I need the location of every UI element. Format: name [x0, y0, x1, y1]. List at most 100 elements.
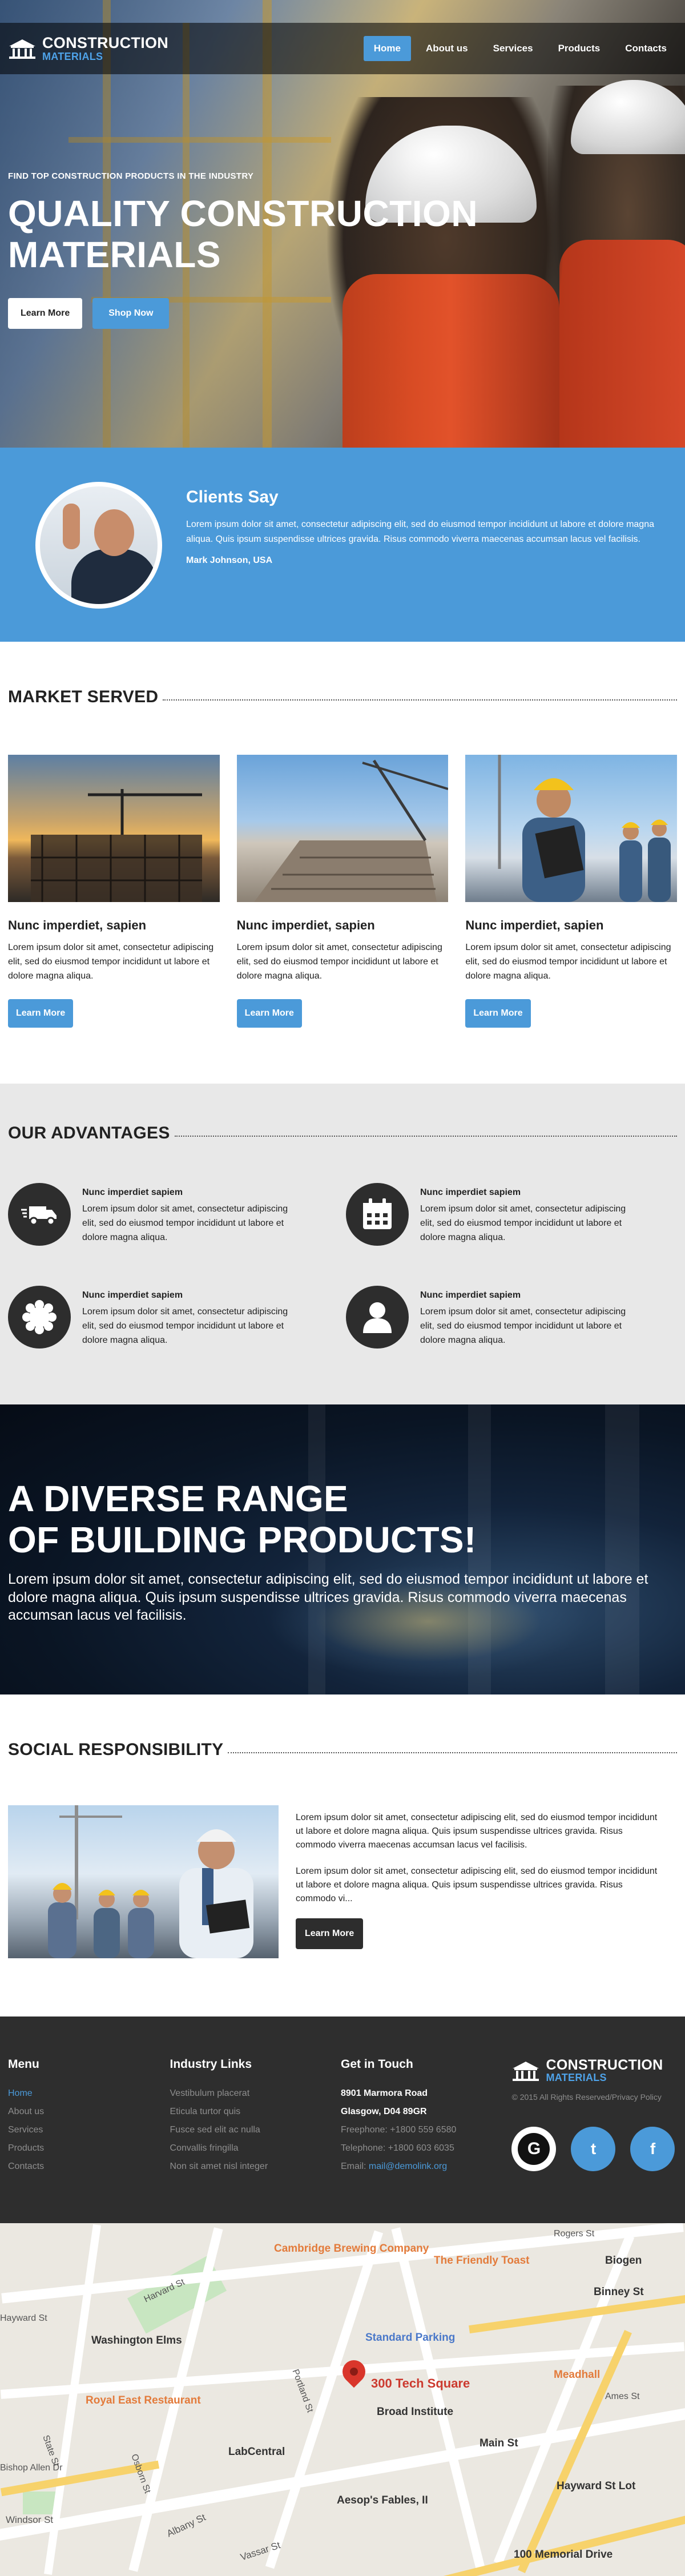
footer-links-title: Industry Links: [170, 2058, 252, 2071]
map-label: 300 Tech Square: [371, 2376, 470, 2390]
map-label: Standard Parking: [365, 2332, 456, 2344]
market-card: Nunc imperdiet, sapien Lorem ipsum dolor…: [465, 755, 678, 1028]
advantage-title: Nunc imperdiet sapiem: [82, 1188, 183, 1197]
nav-contacts[interactable]: Contacts: [615, 36, 677, 61]
logo-line2: MATERIALS: [42, 50, 103, 62]
engineers-team-image: [8, 1805, 279, 1958]
range-title-line2: OF BUILDING PRODUCTS!: [8, 1519, 477, 1560]
advantage-item: Nunc imperdiet sapiem Lorem ipsum dolor …: [8, 1286, 346, 1349]
advantage-title: Nunc imperdiet sapiem: [420, 1188, 521, 1197]
map-label: Main St: [480, 2437, 518, 2449]
map-label: Aesop's Fables, II: [337, 2494, 428, 2506]
nav-home[interactable]: Home: [363, 36, 411, 61]
hero-section: CONSTRUCTION MATERIALS Home About us Ser…: [0, 0, 685, 448]
building-icon: [9, 39, 35, 59]
card-title: Nunc imperdiet, sapien: [236, 918, 375, 932]
email-label: Email:: [341, 2162, 369, 2171]
industry-link[interactable]: Fusce sed elit ac nulla: [170, 2125, 341, 2135]
advantage-item: Nunc imperdiet sapiem Lorem ipsum dolor …: [346, 1286, 684, 1349]
advantage-text: Lorem ipsum dolor sit amet, consectetur …: [420, 1307, 626, 1345]
freephone: Freephone: +1800 559 6580: [341, 2125, 457, 2135]
title-divider: [174, 1136, 677, 1137]
map-label: Cambridge Brewing Company: [274, 2243, 429, 2255]
building-crane-image: [236, 755, 449, 902]
client-avatar: [35, 482, 162, 609]
nav-services[interactable]: Services: [483, 36, 543, 61]
address-line-2: Glasgow, D04 89GR: [341, 2107, 427, 2116]
engineer-image: [465, 755, 678, 902]
logo-line1: CONSTRUCTION: [42, 34, 169, 52]
footer-link-home[interactable]: Home: [8, 2088, 170, 2099]
card-text: Lorem ipsum dolor sit amet, consectetur …: [8, 943, 214, 981]
title-divider: [163, 699, 677, 701]
advantages-section: OUR ADVANTAGES Nunc imperdiet sapiem Lor…: [0, 1084, 685, 1404]
card-learn-more-button[interactable]: Learn More: [8, 999, 74, 1028]
hero-title-line2: MATERIALS: [8, 234, 221, 275]
range-title: A DIVERSE RANGE OF BUILDING PRODUCTS!: [8, 1478, 670, 1560]
shop-now-button[interactable]: Shop Now: [92, 298, 170, 329]
map-label: Ames St: [605, 2392, 640, 2401]
footer-link-contacts[interactable]: Contacts: [8, 2162, 170, 2172]
market-section: MARKET SERVED Nunc imperdiet, sapien Lor…: [0, 642, 685, 1084]
card-title: Nunc imperdiet, sapien: [465, 918, 604, 932]
range-text: Lorem ipsum dolor sit amet, consectetur …: [8, 1571, 648, 1623]
map-label: Bishop Allen Dr: [0, 2463, 63, 2473]
advantage-text: Lorem ipsum dolor sit amet, consectetur …: [420, 1204, 626, 1242]
email-link[interactable]: mail@demolink.org: [369, 2162, 447, 2171]
map-label: Meadhall: [554, 2369, 601, 2381]
construction-site-image: [8, 755, 220, 902]
telephone: Telephone: +1800 603 6035: [341, 2143, 454, 2153]
map-label: Binney St: [594, 2286, 644, 2298]
market-card: Nunc imperdiet, sapien Lorem ipsum dolor…: [8, 755, 220, 1028]
card-learn-more-button[interactable]: Learn More: [236, 999, 302, 1028]
industry-link[interactable]: Convallis fringilla: [170, 2143, 341, 2154]
facebook-icon: f: [650, 2140, 656, 2158]
social-paragraph-1: Lorem ipsum dolor sit amet, consectetur …: [296, 1813, 658, 1850]
card-learn-more-button[interactable]: Learn More: [465, 999, 531, 1028]
advantage-title: Nunc imperdiet sapiem: [420, 1290, 521, 1300]
map-label: Windsor St: [6, 2514, 54, 2525]
card-title: Nunc imperdiet, sapien: [8, 918, 147, 932]
industry-link[interactable]: Vestibulum placerat: [170, 2088, 341, 2099]
footer-link-services[interactable]: Services: [8, 2125, 170, 2135]
footer: Menu Home About us Services Products Con…: [0, 2016, 685, 2223]
testimonial-heading: Clients Say: [186, 488, 279, 506]
advantages-title: OUR ADVANTAGES: [8, 1124, 170, 1142]
testimonial-section: Clients Say Lorem ipsum dolor sit amet, …: [0, 448, 685, 642]
map-label: LabCentral: [228, 2446, 285, 2458]
social-paragraph-2: Lorem ipsum dolor sit amet, consectetur …: [296, 1866, 658, 1903]
advantage-text: Lorem ipsum dolor sit amet, consectetur …: [82, 1307, 288, 1345]
google-plus-button[interactable]: G: [511, 2127, 557, 2172]
industry-link[interactable]: Eticula turtor quis: [170, 2107, 341, 2117]
social-learn-more-button[interactable]: Learn More: [296, 1918, 364, 1949]
hero-title: QUALITY CONSTRUCTION MATERIALS: [8, 193, 522, 275]
market-title: MARKET SERVED: [8, 687, 159, 706]
industry-link[interactable]: Non sit amet nisl integer: [170, 2162, 341, 2172]
twitter-button[interactable]: t: [571, 2127, 616, 2172]
building-icon: [513, 2061, 539, 2081]
learn-more-button[interactable]: Learn More: [8, 298, 83, 329]
footer-logo[interactable]: CONSTRUCTION MATERIALS: [511, 2058, 677, 2083]
footer-link-products[interactable]: Products: [8, 2143, 170, 2154]
nav-about[interactable]: About us: [416, 36, 478, 61]
diverse-range-banner: A DIVERSE RANGE OF BUILDING PRODUCTS! Lo…: [0, 1404, 685, 1694]
google-icon: G: [518, 2133, 550, 2166]
advantage-item: Nunc imperdiet sapiem Lorem ipsum dolor …: [8, 1183, 346, 1246]
map-label: Hayward St Lot: [557, 2480, 636, 2492]
truck-icon: [8, 1183, 71, 1246]
facebook-button[interactable]: f: [630, 2127, 675, 2172]
hero-eyebrow: FIND TOP CONSTRUCTION PRODUCTS IN THE IN…: [8, 171, 254, 181]
location-map[interactable]: Cambridge Brewing Company The Friendly T…: [0, 2223, 685, 2576]
map-label: Biogen: [605, 2255, 642, 2267]
card-text: Lorem ipsum dolor sit amet, consectetur …: [236, 943, 442, 981]
map-label: Broad Institute: [377, 2406, 454, 2418]
map-label: Rogers St: [554, 2229, 595, 2239]
hero-content: FIND TOP CONSTRUCTION PRODUCTS IN THE IN…: [8, 171, 522, 329]
footer-link-about[interactable]: About us: [8, 2107, 170, 2117]
footer-logo-line2: MATERIALS: [546, 2072, 607, 2084]
footer-menu-title: Menu: [8, 2058, 39, 2071]
map-label: The Friendly Toast: [434, 2255, 530, 2267]
nav-products[interactable]: Products: [548, 36, 611, 61]
site-logo[interactable]: CONSTRUCTION MATERIALS: [8, 35, 168, 62]
social-responsibility-section: SOCIAL RESPONSIBILITY Lorem ipsum dolor …: [0, 1694, 685, 2016]
